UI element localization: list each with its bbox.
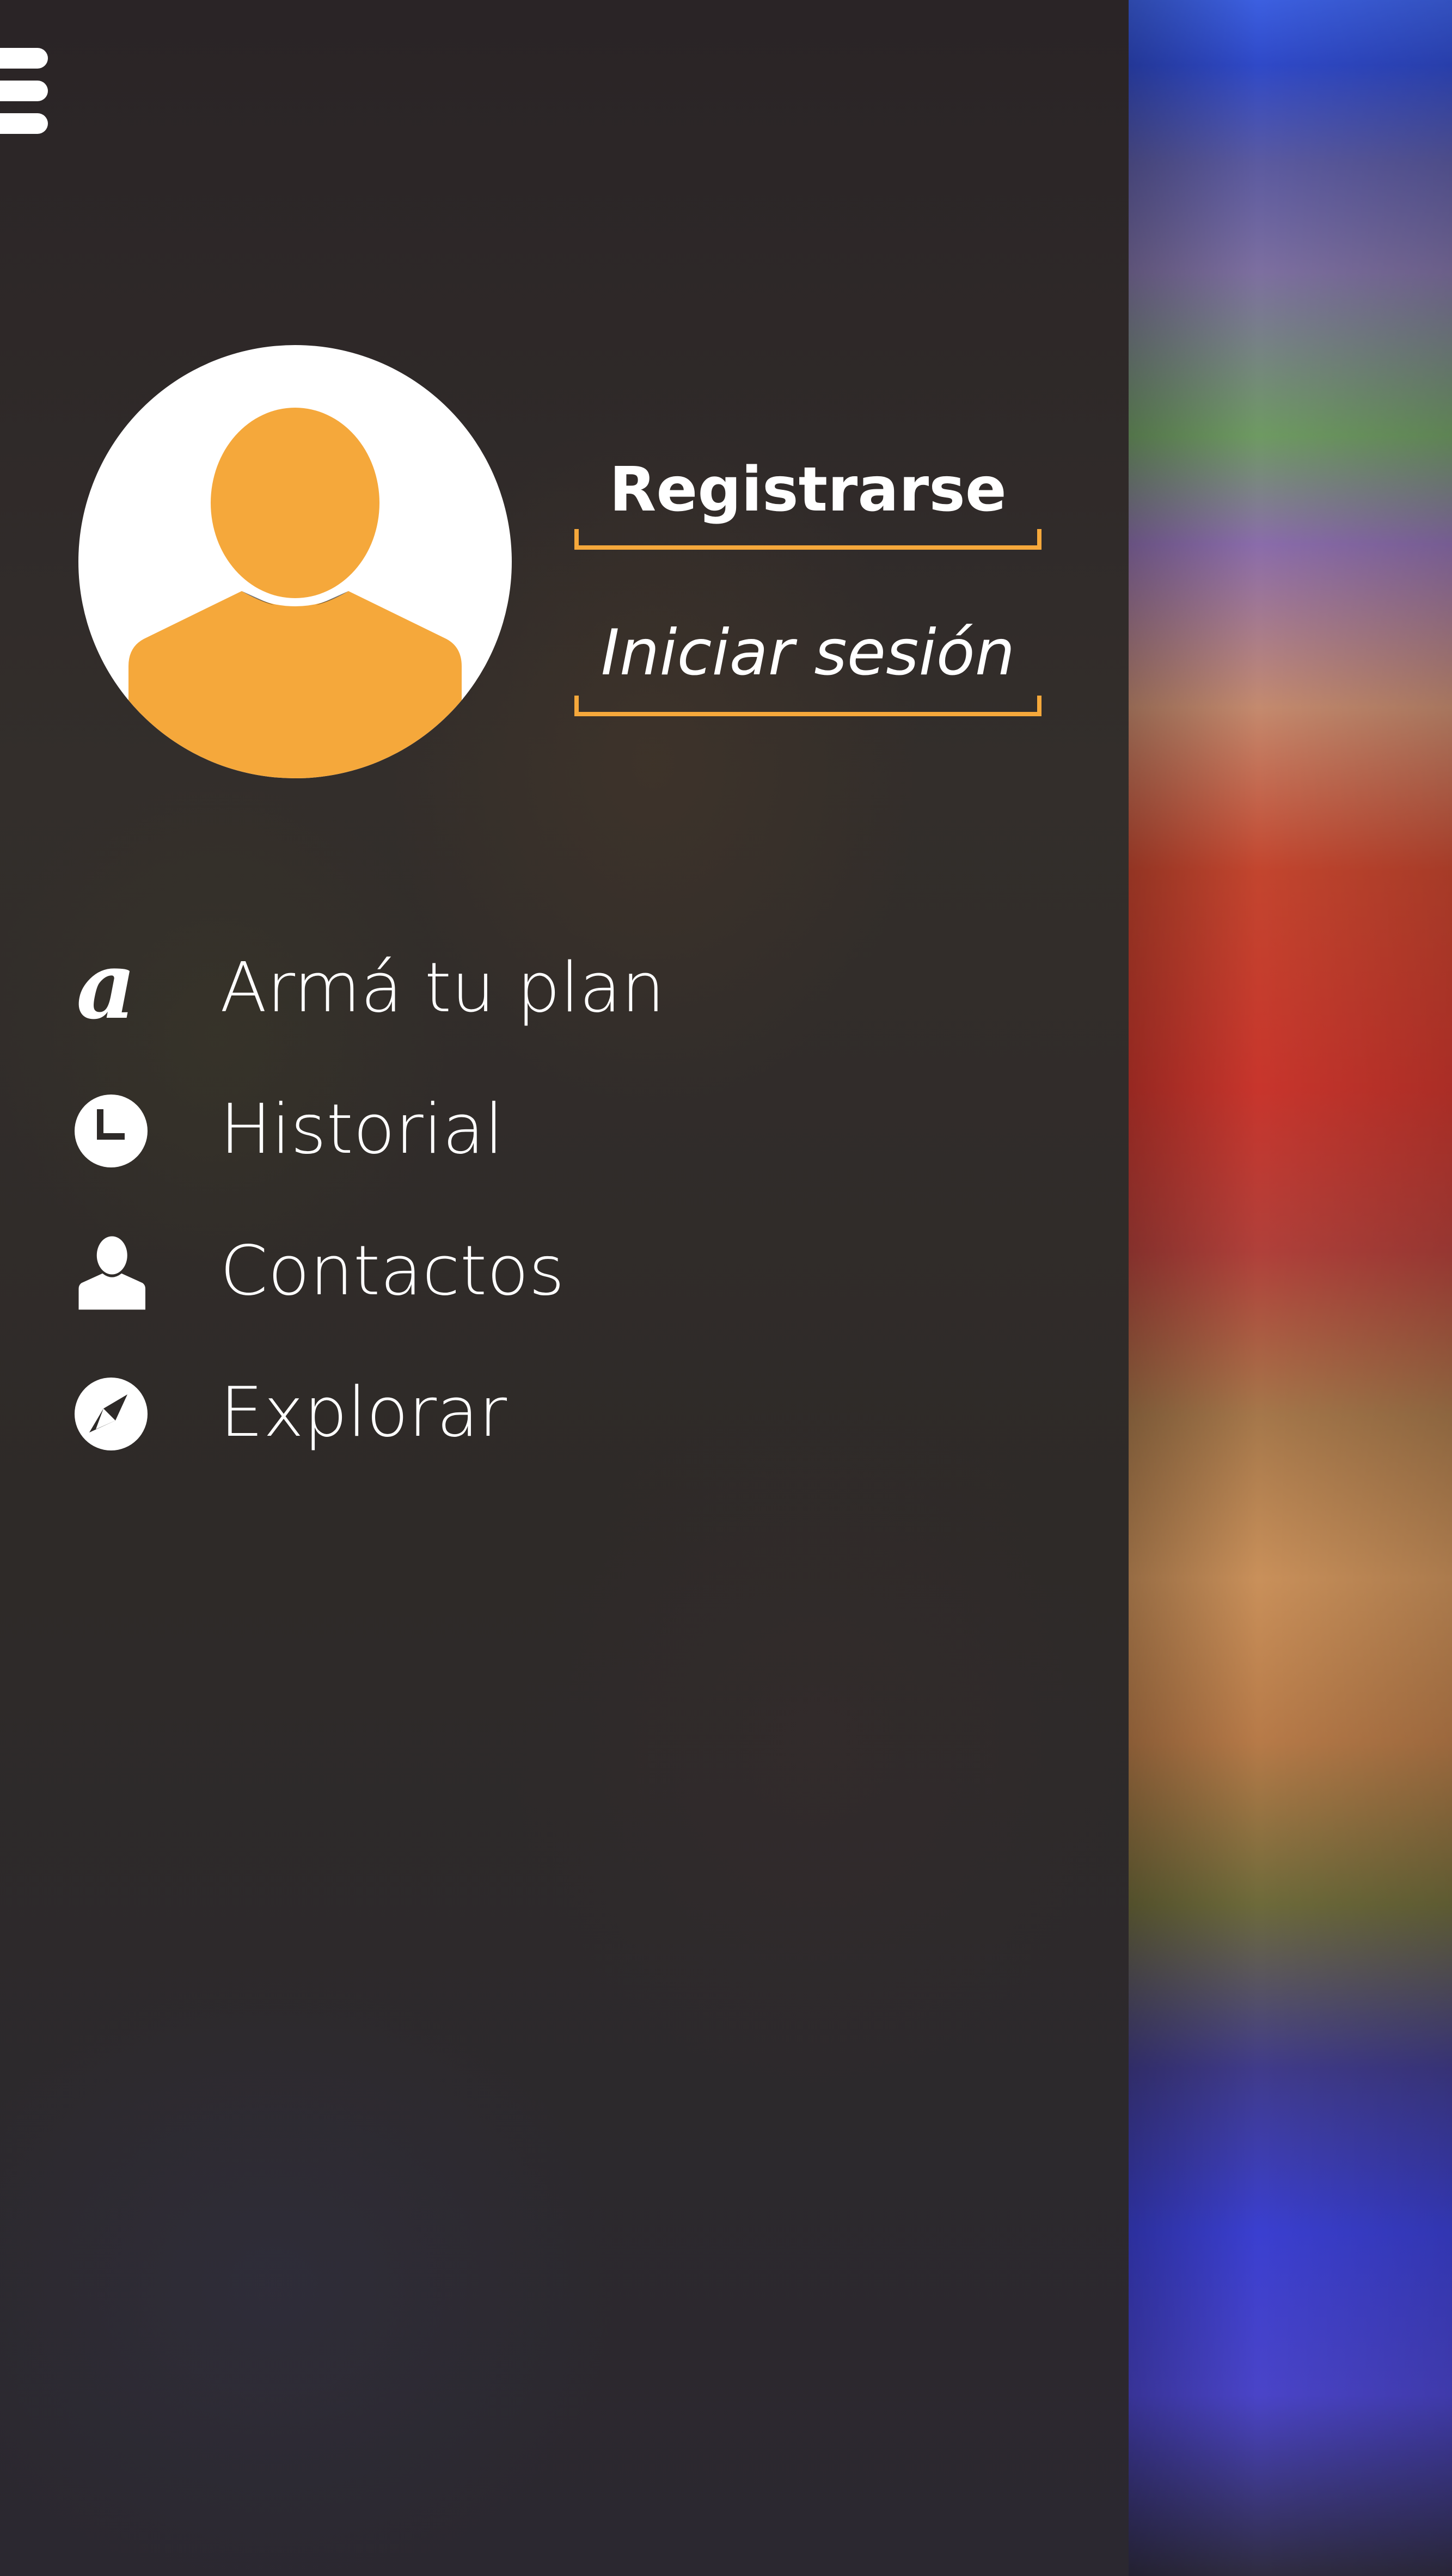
register-label: Registrarse (609, 454, 1007, 525)
compass-icon (75, 1378, 148, 1450)
hamburger-icon[interactable] (0, 48, 50, 135)
nav-item-label: Historial (220, 1089, 504, 1169)
person-icon (78, 1236, 145, 1310)
nav-item-label: Armá tu plan (220, 948, 665, 1028)
nav-item-arma-tu-plan[interactable]: a Armá tu plan (73, 936, 890, 1034)
background-content[interactable] (1129, 0, 1452, 2576)
letter-a-icon: a (76, 951, 136, 1028)
register-underline (574, 529, 1041, 550)
nav-item-contactos[interactable]: Contactos (73, 1219, 890, 1317)
clock-icon (75, 1095, 148, 1167)
nav-item-label: Contactos (220, 1231, 565, 1311)
login-underline (574, 696, 1041, 716)
login-button[interactable]: Iniciar sesión (574, 610, 1041, 718)
nav-item-label: Explorar (220, 1372, 507, 1452)
register-button[interactable]: Registrarse (574, 446, 1041, 550)
nav-item-explorar[interactable]: Explorar (73, 1361, 890, 1459)
svg-text:a: a (76, 951, 136, 1028)
user-placeholder-icon[interactable] (78, 345, 512, 778)
nav-item-historial[interactable]: Historial (73, 1078, 890, 1176)
login-label: Iniciar sesión (601, 616, 1015, 690)
